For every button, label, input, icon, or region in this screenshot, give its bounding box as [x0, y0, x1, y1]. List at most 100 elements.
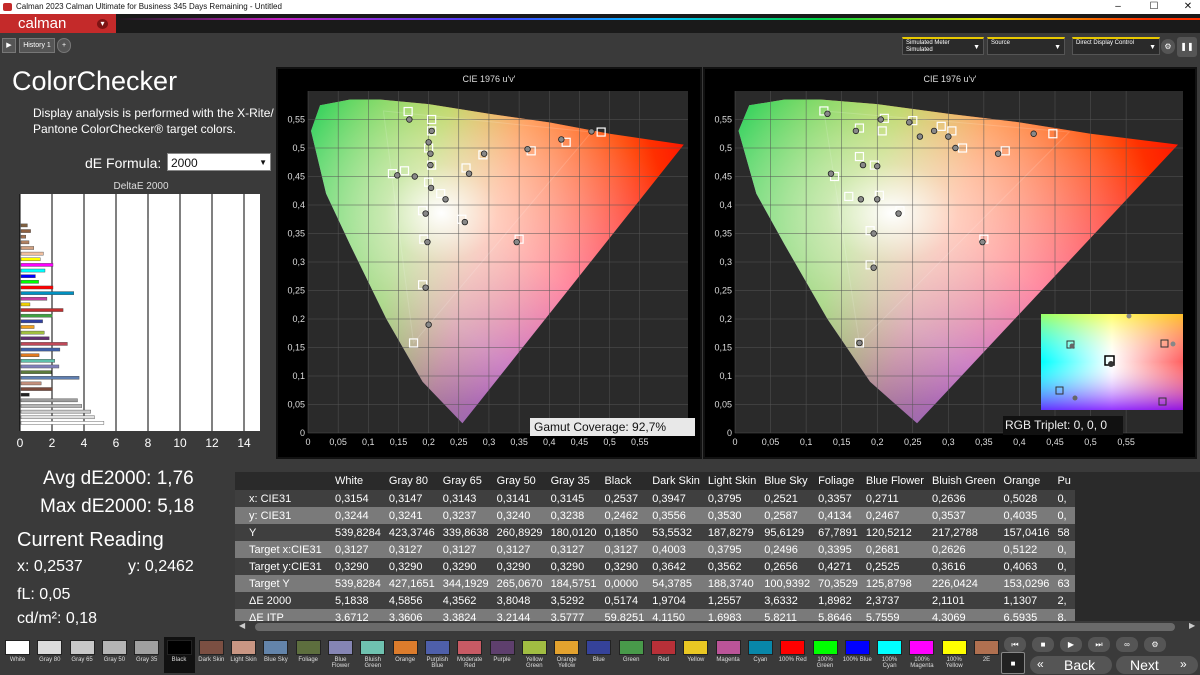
deltae-bar	[20, 342, 68, 346]
skip-forward-icon[interactable]: ⏭	[1088, 637, 1110, 652]
swatch-100-blue[interactable]: 100% Blue	[842, 637, 873, 673]
swatch-purplish-blue[interactable]: Purplish Blue	[422, 637, 453, 673]
swatch-foliage[interactable]: Foliage	[293, 637, 324, 673]
loop-icon[interactable]: ∞	[1116, 637, 1138, 652]
table-cell: 0,0000	[600, 575, 649, 592]
y-tick: 0	[727, 428, 732, 438]
play-icon[interactable]: ▶	[2, 38, 16, 53]
swatch-color	[101, 640, 127, 655]
swatch-gray-80[interactable]: Gray 80	[34, 637, 65, 673]
swatch-100-red[interactable]: 100% Red	[777, 637, 808, 673]
swatch-gray-65[interactable]: Gray 65	[67, 637, 98, 673]
swatch-purple[interactable]: Purple	[487, 637, 518, 673]
swatch-blue-flower[interactable]: Blue Flower	[325, 637, 356, 673]
close-button[interactable]: ✕	[1178, 0, 1198, 14]
table-cell: 0,3244	[331, 507, 385, 524]
swatch-100-magenta[interactable]: 100% Magenta	[906, 637, 937, 673]
swatch-red[interactable]: Red	[648, 637, 679, 673]
swatch-yellow-green[interactable]: Yellow Green	[519, 637, 550, 673]
direct-display-control-select[interactable]: Direct Display Control ▼	[1072, 37, 1160, 55]
y-tick: 0,55	[714, 115, 732, 125]
next-button[interactable]: Next »	[1116, 656, 1198, 674]
y-tick: 0,45	[287, 172, 305, 182]
swatch-light-skin[interactable]: Light Skin	[228, 637, 259, 673]
skip-back-icon[interactable]: ⏮	[1004, 637, 1026, 652]
swatch-moderate-red[interactable]: Moderate Red	[454, 637, 485, 673]
rgb-triplet-readout: RGB Triplet: 0, 0, 0	[1003, 416, 1123, 435]
measurement-table-container[interactable]: White Gray 80 Gray 65 Gray 50 Gray 35 Black Da…	[235, 472, 1200, 632]
swatch-blue[interactable]: Blue	[583, 637, 614, 673]
swatch-cyan[interactable]: Cyan	[745, 637, 776, 673]
play-icon[interactable]: ▶	[1060, 637, 1082, 652]
swatch-blue-sky[interactable]: Blue Sky	[260, 637, 291, 673]
swatch-green[interactable]: Green	[616, 637, 647, 673]
table-row: Target y:CIE31 0,3290 0,3290 0,3290 0,3290 0,…	[235, 558, 1075, 575]
table-cell: 0,3154	[331, 490, 385, 507]
swatch-2e[interactable]: 2E	[971, 637, 1002, 673]
y-tick: 0,25	[714, 286, 732, 296]
source-select[interactable]: Source ▼	[987, 37, 1065, 55]
swatch-color	[295, 640, 321, 655]
de-formula-select[interactable]: 2000 ▼	[167, 153, 271, 171]
swatch-gray-50[interactable]: Gray 50	[99, 637, 130, 673]
deltae-bar	[20, 398, 78, 403]
swatch-label: Moderate Red	[457, 657, 483, 669]
measured-point	[852, 127, 860, 135]
x-tick: 0,2	[422, 437, 435, 447]
table-cell: 0,	[1053, 507, 1075, 524]
add-tab-button[interactable]: +	[57, 38, 71, 53]
table-cell: 0,3143	[438, 490, 493, 507]
swatch-bluish-green[interactable]: Bluish Green	[357, 637, 388, 673]
swatch-black[interactable]: Black	[163, 637, 195, 673]
swatch-magenta[interactable]: Magenta	[713, 637, 744, 673]
fl-readout: fL: 0,05	[17, 586, 71, 603]
y-tick: 0,25	[287, 286, 305, 296]
tab-history-1[interactable]: History 1	[19, 38, 55, 53]
swatch-white[interactable]: White	[2, 637, 33, 673]
scroll-left-icon[interactable]: ◀	[239, 621, 245, 630]
scroll-right-icon[interactable]: ▶	[1189, 621, 1195, 630]
swatch-dark-skin[interactable]: Dark Skin	[196, 637, 227, 673]
stop-measure-icon[interactable]: ■	[1001, 652, 1025, 674]
table-cell: 3,5292	[546, 592, 601, 609]
source-label: Source	[991, 40, 1011, 46]
stop-icon[interactable]: ■	[1032, 637, 1054, 652]
gear-icon[interactable]: ⚙	[1161, 39, 1175, 54]
deltae-chart-title: DeltaE 2000	[113, 181, 168, 192]
scrollbar-thumb[interactable]	[255, 623, 1175, 631]
swatch-yellow[interactable]: Yellow	[680, 637, 711, 673]
back-button[interactable]: « Back	[1030, 656, 1112, 674]
settings-icon[interactable]: ⚙	[1144, 637, 1166, 652]
deltae-bar	[20, 381, 42, 386]
table-row: y: CIE31 0,3244 0,3241 0,3237 0,3240 0,3238 0,…	[235, 507, 1075, 524]
pause-icon[interactable]: ❚❚	[1177, 37, 1197, 57]
swatch-100-yellow[interactable]: 100% Yellow	[939, 637, 970, 673]
deltae-bar	[20, 330, 45, 335]
navigation-controls: ⏮ ■ ▶ ⏭ ∞ ⚙ ■ « Back Next »	[1000, 635, 1200, 675]
swatch-100-cyan[interactable]: 100% Cyan	[874, 637, 905, 673]
column-header: Orange	[999, 472, 1054, 490]
table-cell: 0,2656	[760, 558, 815, 575]
swatch-orange-yellow[interactable]: Orange Yellow	[551, 637, 582, 673]
deltae-bar	[20, 364, 60, 369]
deltae-x-tick: 12	[205, 436, 219, 450]
table-cell: 0,2681	[861, 541, 928, 558]
table-cell: 539,8284	[331, 575, 385, 592]
table-cell: 423,3746	[384, 524, 439, 541]
measured-point	[465, 170, 473, 177]
swatch-gray-35[interactable]: Gray 35	[131, 637, 162, 673]
simulated-meter-select[interactable]: Simulated Meter Simulated ▼	[902, 37, 984, 55]
table-cell: 5,1838	[331, 592, 385, 609]
x-tick: 0,3	[942, 437, 955, 447]
table-horizontal-scrollbar[interactable]: ◀ ▶	[235, 621, 1200, 633]
maximize-button[interactable]: ☐	[1144, 0, 1164, 14]
x-tick: 0,5	[1084, 437, 1097, 447]
swatch-color	[586, 640, 612, 655]
swatch-label: 100% Red	[778, 657, 807, 663]
swatch-100-green[interactable]: 100% Green	[810, 637, 841, 673]
measured-point	[406, 116, 413, 123]
calman-logo-button[interactable]: calman ▾	[0, 14, 116, 33]
swatch-orange[interactable]: Orange	[390, 637, 421, 673]
y-tick: 0,1	[292, 371, 305, 381]
minimize-button[interactable]: –	[1108, 0, 1128, 14]
